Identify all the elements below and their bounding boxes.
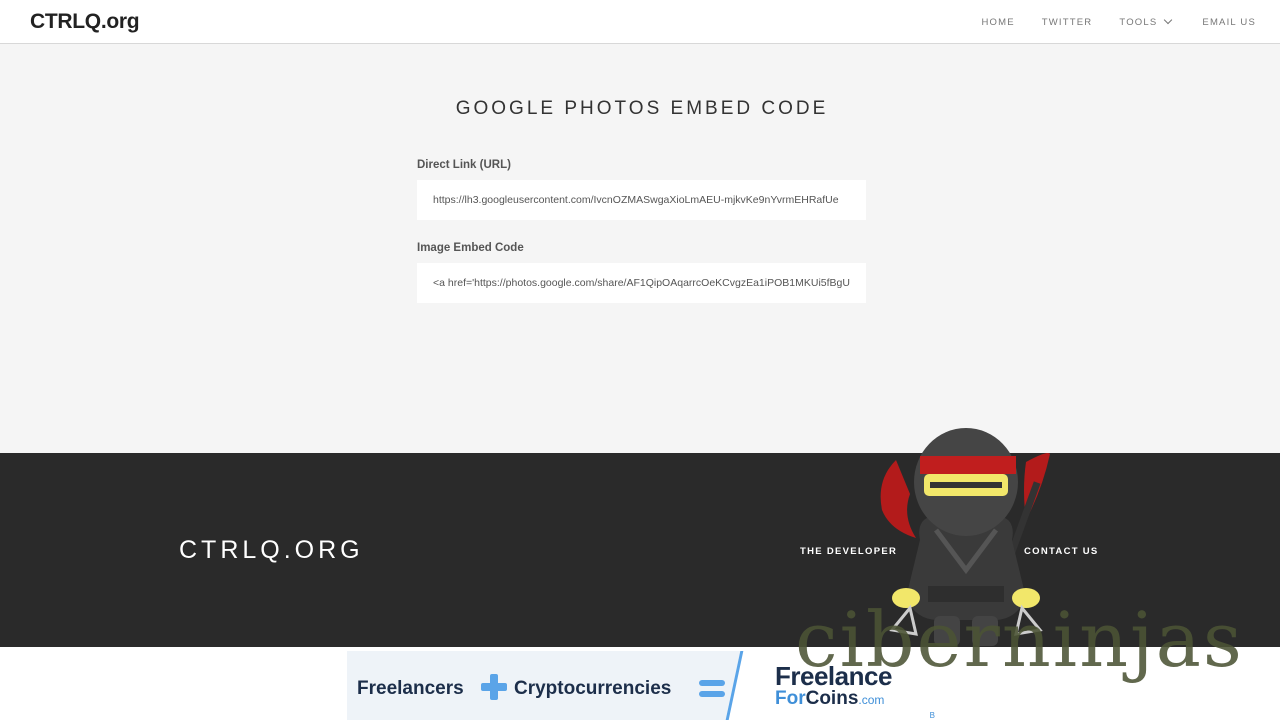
footer-brand: CTRLQ.ORG [179,536,364,564]
plus-icon [481,674,507,700]
ad-badge: B [929,711,935,720]
nav-twitter[interactable]: TWITTER [1042,17,1093,28]
ad-text-freelancers: Freelancers [357,678,464,699]
embed-code-field[interactable]: <a href='https://photos.google.com/share… [417,263,866,303]
ad-brand-domain: .com [858,693,885,707]
direct-link-field[interactable]: https://lh3.googleusercontent.com/IvcnOZ… [417,180,866,220]
main-nav: HOME TWITTER TOOLS EMAIL US [981,0,1256,44]
equals-icon [699,680,725,698]
page-title: GOOGLE PHOTOS EMBED CODE [455,98,829,119]
ad-brand-for: For [775,688,806,709]
nav-email-us[interactable]: EMAIL US [1202,17,1256,28]
ad-brand-coins: Coins [805,688,859,709]
chevron-down-icon [1164,15,1173,25]
nav-tools[interactable]: TOOLS [1119,15,1175,28]
direct-link-label: Direct Link (URL) [417,159,511,171]
top-navbar: CTRLQ.org HOME TWITTER TOOLS EMAIL US [0,0,1280,44]
nav-tools-label: TOOLS [1119,16,1158,28]
nav-home[interactable]: HOME [981,17,1014,28]
site-logo[interactable]: CTRLQ.org [30,10,140,34]
ad-text-crypto: Cryptocurrencies [514,678,672,699]
ad-banner[interactable]: Freelancers Cryptocurrencies Freelance F… [347,651,937,720]
embed-code-label: Image Embed Code [417,242,524,254]
ad-brand-line2: ForCoins.com [775,688,884,710]
